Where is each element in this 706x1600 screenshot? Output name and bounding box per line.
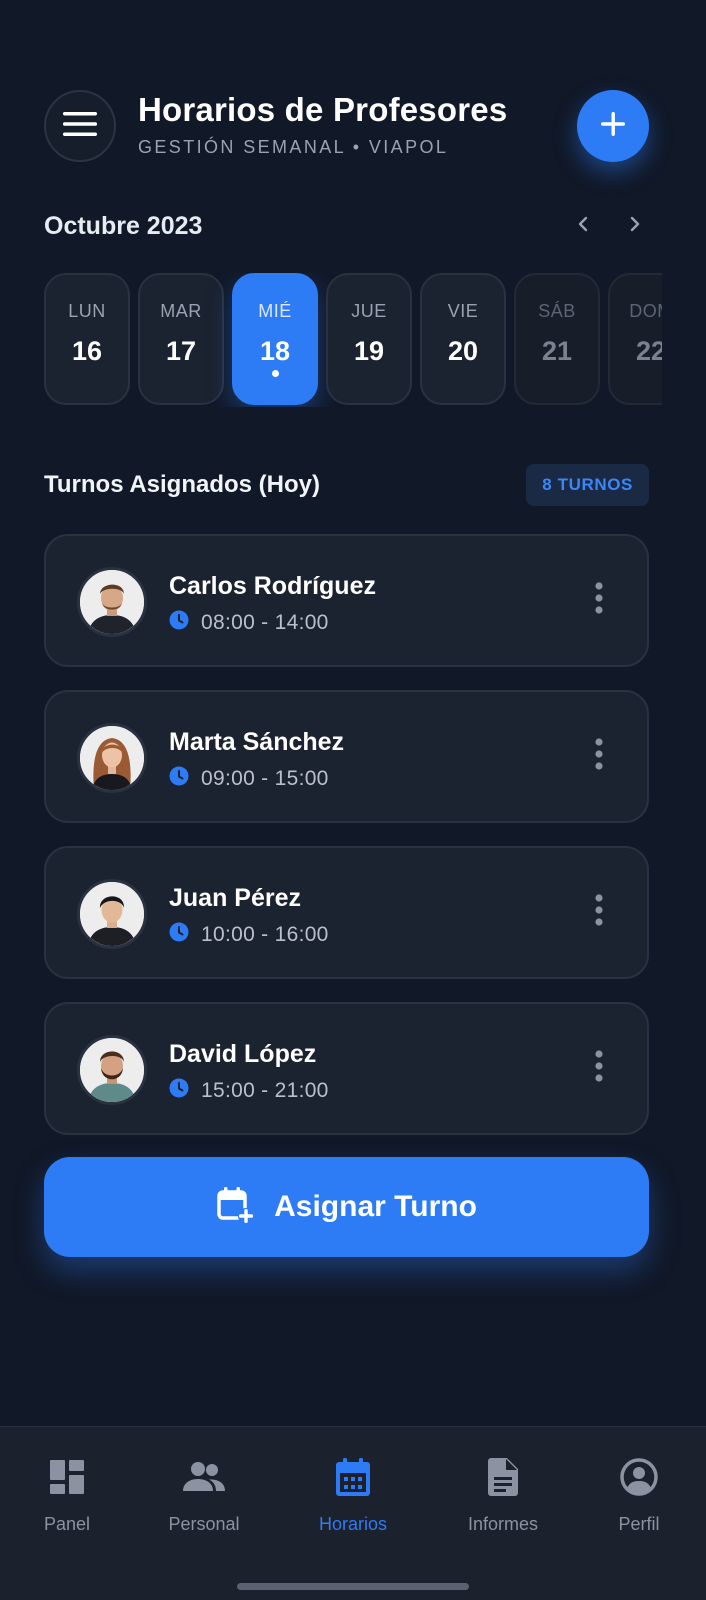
- more-options-button[interactable]: [587, 580, 611, 620]
- plus-icon: [600, 111, 626, 142]
- shifts-section-header: Turnos Asignados (Hoy) 8 TURNOS: [44, 464, 649, 506]
- day-name: MIÉ: [258, 301, 292, 321]
- document-icon: [488, 1457, 518, 1501]
- shift-time-text: 10:00 - 16:00: [201, 922, 329, 946]
- selected-day-dot: [271, 370, 279, 377]
- day-name: VIE: [447, 301, 479, 321]
- clock-icon: [169, 922, 189, 947]
- shift-card[interactable]: David López 15:00 - 21:00: [44, 1002, 649, 1135]
- calendar-icon: [336, 1457, 370, 1501]
- page-subtitle: GESTIÓN SEMANAL • VIAPOL: [138, 137, 449, 157]
- nav-label: Informes: [467, 1514, 539, 1534]
- nav-item-panel[interactable]: Panel: [7, 1459, 127, 1535]
- day-chip-wed-selected[interactable]: MIÉ 18: [232, 273, 318, 405]
- month-label: Octubre 2023: [44, 212, 203, 240]
- shift-count-badge: 8 TURNOS: [526, 464, 649, 506]
- more-vertical-icon: [595, 581, 603, 619]
- next-month-button[interactable]: [621, 212, 649, 240]
- day-number: 17: [165, 336, 197, 366]
- more-vertical-icon: [595, 1049, 603, 1087]
- day-chip-thu[interactable]: JUE 19: [326, 273, 412, 405]
- clock-icon: [169, 766, 189, 791]
- day-selector[interactable]: LUN 16 MAR 17 MIÉ 18 JUE 19 VIE 20 SÁB 2…: [44, 273, 662, 407]
- nav-item-informes[interactable]: Informes: [443, 1457, 563, 1535]
- clock-icon: [169, 1078, 189, 1103]
- chevron-left-icon: [577, 216, 589, 237]
- day-number: 18: [259, 336, 291, 366]
- more-options-button[interactable]: [587, 736, 611, 776]
- avatar: [77, 567, 147, 637]
- nav-label: Panel: [43, 1514, 91, 1534]
- shift-card[interactable]: Carlos Rodríguez 08:00 - 14:00: [44, 534, 649, 667]
- more-options-button[interactable]: [587, 1048, 611, 1088]
- month-navigation: Octubre 2023: [44, 208, 649, 244]
- page-title: Horarios de Profesores: [138, 91, 508, 128]
- menu-button[interactable]: [44, 90, 116, 162]
- header-text: Horarios de Profesores GESTIÓN SEMANAL •…: [138, 90, 507, 158]
- more-options-button[interactable]: [587, 892, 611, 932]
- avatar: [77, 723, 147, 793]
- bottom-navigation: Panel Personal Horarios Informes Perfil: [0, 1426, 706, 1600]
- more-vertical-icon: [595, 893, 603, 931]
- day-chip-sun[interactable]: DOM 22: [608, 273, 662, 405]
- day-number: 20: [447, 336, 479, 366]
- day-number: 21: [541, 336, 573, 366]
- nav-item-horarios[interactable]: Horarios: [293, 1457, 413, 1535]
- day-number: 19: [353, 336, 385, 366]
- previous-month-button[interactable]: [569, 212, 597, 240]
- more-vertical-icon: [595, 737, 603, 775]
- day-chip-mon[interactable]: LUN 16: [44, 273, 130, 405]
- day-chip-sat[interactable]: SÁB 21: [514, 273, 600, 405]
- shift-card[interactable]: Marta Sánchez 09:00 - 15:00: [44, 690, 649, 823]
- day-name: SÁB: [538, 301, 576, 321]
- app-header: Horarios de Profesores GESTIÓN SEMANAL •…: [44, 90, 649, 162]
- nav-label: Personal: [168, 1514, 240, 1534]
- shift-time: 09:00 - 15:00: [169, 766, 329, 791]
- avatar: [77, 1035, 147, 1105]
- nav-item-personal[interactable]: Personal: [144, 1459, 264, 1535]
- day-name: MAR: [160, 301, 202, 321]
- day-number: 22: [635, 336, 662, 366]
- account-circle-icon: [620, 1457, 658, 1501]
- nav-label: Horarios: [318, 1514, 388, 1534]
- teacher-name: Carlos Rodríguez: [169, 572, 376, 600]
- clock-icon: [169, 610, 189, 635]
- shift-time: 10:00 - 16:00: [169, 922, 329, 947]
- assign-shift-button[interactable]: Asignar Turno: [44, 1157, 649, 1257]
- avatar: [77, 879, 147, 949]
- day-name: DOM: [629, 301, 662, 321]
- nav-item-perfil[interactable]: Perfil: [579, 1457, 699, 1535]
- dashboard-icon: [50, 1459, 84, 1499]
- teacher-name: Juan Pérez: [169, 884, 302, 912]
- day-number: 16: [71, 336, 103, 366]
- shift-list: Carlos Rodríguez 08:00 - 14:00 Marta Sán…: [44, 534, 649, 1158]
- day-name: JUE: [351, 301, 387, 321]
- shift-card[interactable]: Juan Pérez 10:00 - 16:00: [44, 846, 649, 979]
- home-indicator: [237, 1583, 469, 1590]
- shift-time-text: 15:00 - 21:00: [201, 1078, 329, 1102]
- calendar-add-icon: [216, 1186, 255, 1229]
- day-name: LUN: [68, 301, 106, 321]
- people-icon: [183, 1461, 225, 1498]
- day-chip-tue[interactable]: MAR 17: [138, 273, 224, 405]
- shift-time-text: 09:00 - 15:00: [201, 766, 329, 790]
- shift-time: 08:00 - 14:00: [169, 610, 329, 635]
- day-chip-fri[interactable]: VIE 20: [420, 273, 506, 405]
- shift-time-text: 08:00 - 14:00: [201, 610, 329, 634]
- chevron-right-icon: [629, 216, 641, 237]
- nav-label: Perfil: [618, 1514, 660, 1534]
- teacher-name: David López: [169, 1040, 317, 1068]
- teacher-name: Marta Sánchez: [169, 728, 345, 756]
- add-button[interactable]: [577, 90, 649, 162]
- shift-time: 15:00 - 21:00: [169, 1078, 329, 1103]
- hamburger-menu-icon: [63, 111, 97, 142]
- assign-shift-label: Asignar Turno: [274, 1190, 477, 1223]
